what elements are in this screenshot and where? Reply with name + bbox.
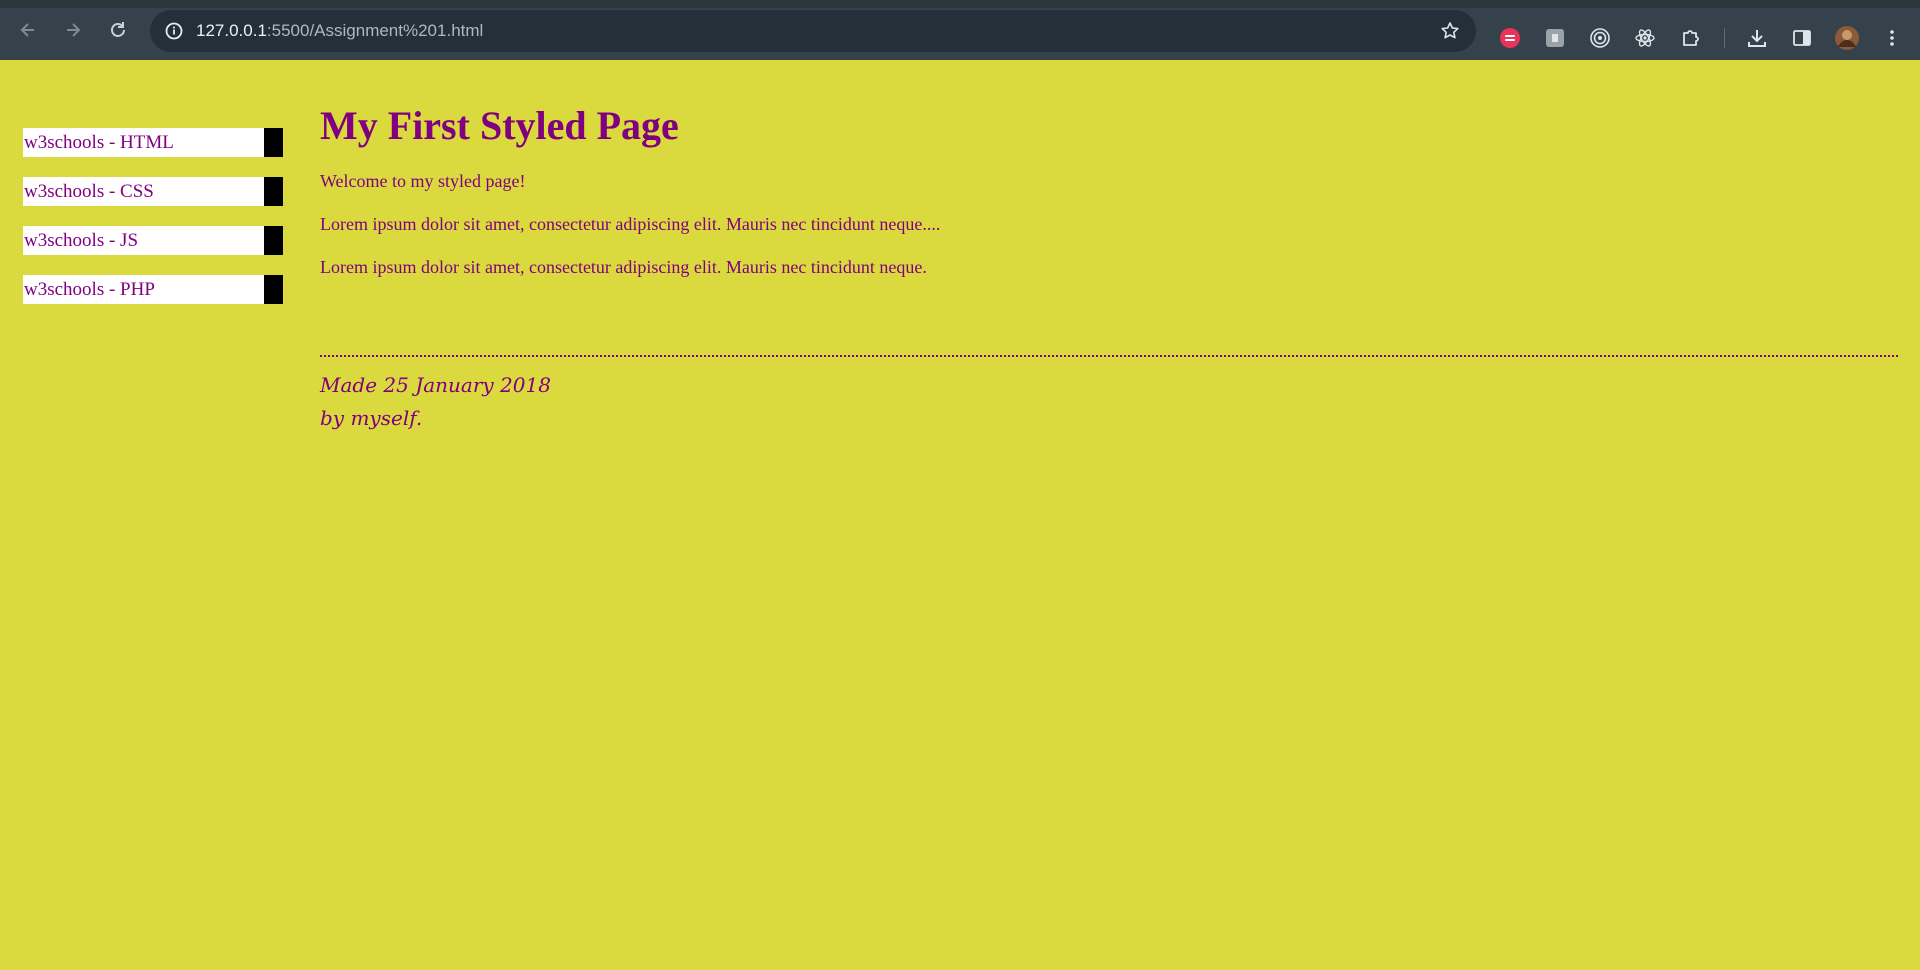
- lorem-paragraph-1: Lorem ipsum dolor sit amet, consectetur …: [320, 214, 941, 234]
- react-icon: [1635, 29, 1655, 47]
- nav-link-js[interactable]: w3schools - JS: [23, 230, 138, 252]
- arrow-left-icon: [20, 23, 34, 37]
- side-panel-icon: [1793, 30, 1811, 46]
- main-content: My First Styled Page Welcome to my style…: [320, 100, 1898, 278]
- navbar: w3schools - HTML w3schools - CSS w3schoo…: [23, 128, 283, 324]
- bookmark-button[interactable]: [1438, 19, 1462, 43]
- forward-button[interactable]: [59, 16, 87, 44]
- star-icon: [1441, 22, 1459, 39]
- url-path: :5500/Assignment%201.html: [266, 21, 484, 40]
- nav-item-html: w3schools - HTML: [23, 128, 283, 157]
- kebab-menu-icon: [1890, 30, 1894, 46]
- puzzle-icon: [1683, 30, 1699, 46]
- welcome-paragraph: Welcome to my styled page!: [320, 171, 526, 191]
- arrow-right-icon: [67, 23, 81, 37]
- lorem-paragraph-2: Lorem ipsum dolor sit amet, consectetur …: [320, 257, 927, 277]
- extension-button-react[interactable]: [1631, 24, 1659, 52]
- extensions-button[interactable]: [1676, 24, 1704, 52]
- nav-link-css[interactable]: w3schools - CSS: [23, 181, 154, 203]
- avatar: [1835, 26, 1859, 50]
- page-title: My First Styled Page: [320, 103, 679, 148]
- target-icon: [1590, 28, 1610, 48]
- red-extension-icon: [1500, 28, 1520, 48]
- page-viewport: w3schools - HTML w3schools - CSS w3schoo…: [0, 60, 1920, 970]
- profile-button[interactable]: [1833, 24, 1861, 52]
- url-text[interactable]: 127.0.0.1:5500/Assignment%201.html: [196, 10, 483, 52]
- nav-link-html[interactable]: w3schools - HTML: [23, 132, 174, 154]
- nav-item-php: w3schools - PHP: [23, 275, 283, 304]
- info-icon: [165, 22, 183, 40]
- footer-author: by myself.: [320, 406, 423, 430]
- extension-button-red[interactable]: [1496, 24, 1524, 52]
- nav-link-php[interactable]: w3schools - PHP: [23, 279, 155, 301]
- nav-item-js: w3schools - JS: [23, 226, 283, 255]
- nav-item-css: w3schools - CSS: [23, 177, 283, 206]
- reload-button[interactable]: [104, 16, 132, 44]
- toolbar-separator: [1724, 28, 1725, 48]
- browser-menu-button[interactable]: [1878, 24, 1906, 52]
- side-panel-button[interactable]: [1788, 24, 1816, 52]
- reload-icon: [111, 22, 125, 37]
- address-bar[interactable]: 127.0.0.1:5500/Assignment%201.html: [150, 10, 1476, 52]
- footer-date: Made 25 January 2018: [320, 373, 551, 397]
- page-footer: Made 25 January 2018 by myself.: [320, 355, 1898, 435]
- url-host: 127.0.0.1: [196, 21, 267, 40]
- gray-extension-icon: [1546, 29, 1564, 47]
- browser-toolbar: 127.0.0.1:5500/Assignment%201.html: [0, 0, 1920, 60]
- extension-button-gray[interactable]: [1541, 24, 1569, 52]
- download-icon: [1748, 30, 1766, 47]
- site-info-button[interactable]: [162, 19, 186, 43]
- back-button[interactable]: [14, 16, 42, 44]
- downloads-button[interactable]: [1743, 24, 1771, 52]
- extension-button-target[interactable]: [1586, 24, 1614, 52]
